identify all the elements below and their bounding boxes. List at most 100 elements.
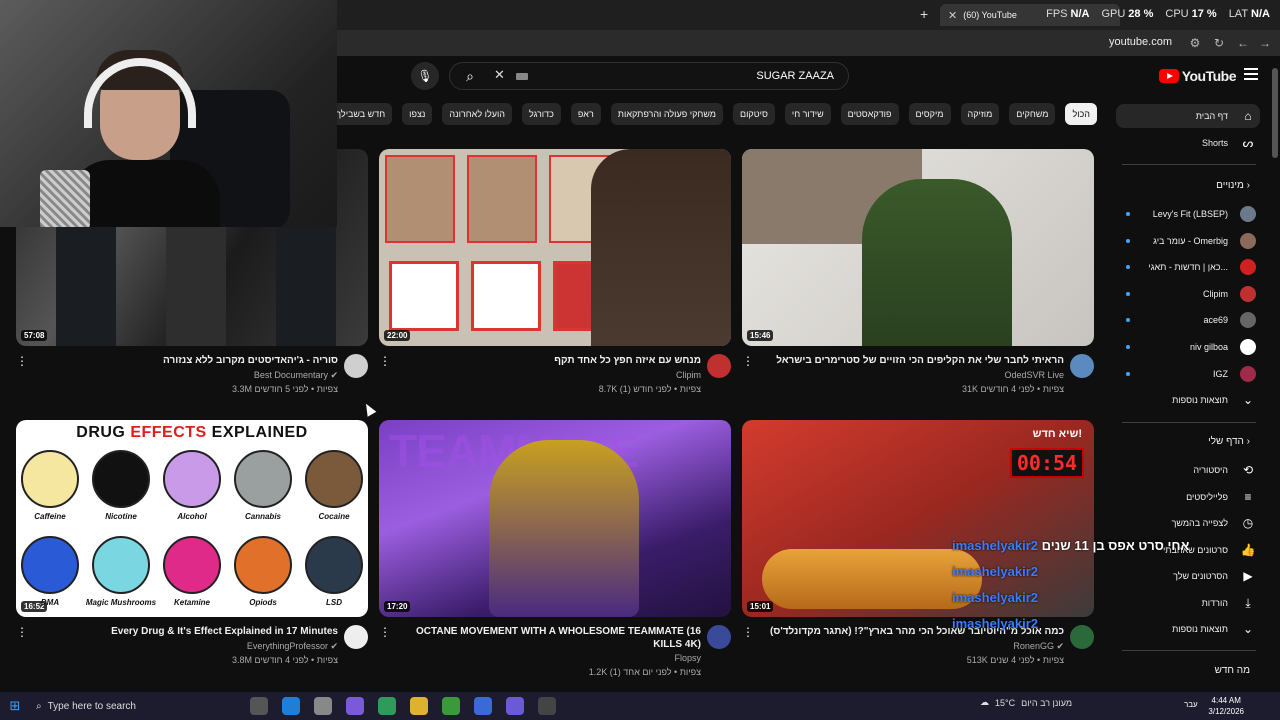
filter-chip[interactable]: שידור חי bbox=[784, 103, 831, 125]
video-title[interactable]: הראיתי לחבר שלי את הקליפים הכי הזויים של… bbox=[764, 354, 1064, 367]
more-options-icon[interactable]: ⋮ bbox=[379, 625, 391, 639]
video-card[interactable]: TEAMMATE 17:20 OCTANE MOVEMENT WITH A WH… bbox=[379, 420, 731, 685]
url-text[interactable]: youtube.com bbox=[1109, 36, 1172, 48]
channel-name[interactable]: RonenGG ✔ bbox=[1013, 641, 1064, 652]
filter-chip[interactable]: נצפו bbox=[402, 103, 433, 125]
perf-stat-value: 17 % bbox=[1191, 8, 1217, 20]
task-view-icon[interactable] bbox=[250, 697, 268, 715]
more-options-icon[interactable]: ⋮ bbox=[379, 354, 391, 368]
tune-icon[interactable]: ⚙ bbox=[1186, 34, 1204, 52]
filter-chip[interactable]: הועלו לאחרונה bbox=[442, 103, 512, 125]
filter-chip[interactable]: משחקי פעולה והרפתקאות bbox=[610, 103, 723, 125]
filter-chip[interactable]: מיקסים bbox=[908, 103, 951, 125]
channel-name[interactable]: Flopsy bbox=[674, 653, 701, 663]
video-card[interactable]: 15:46 הראיתי לחבר שלי את הקליפים הכי הזו… bbox=[742, 149, 1094, 414]
menu-icon[interactable] bbox=[1244, 68, 1258, 80]
office-icon[interactable] bbox=[378, 697, 396, 715]
channel-name-text[interactable]: Best Documentary bbox=[254, 370, 328, 380]
taskbar-search-placeholder[interactable]: Type here to search bbox=[48, 701, 136, 712]
forward-icon[interactable]: → bbox=[1256, 34, 1274, 52]
filter-chip[interactable]: סיטקום bbox=[732, 103, 775, 125]
search-input[interactable]: ⌕ ✕ SUGAR ZAAZA bbox=[449, 62, 849, 90]
sidebar-item-you[interactable]: ▶ הסרטונים שלך bbox=[1118, 564, 1256, 588]
channel-name[interactable]: OdedSVR Live bbox=[1004, 370, 1064, 380]
video-card[interactable]: 22:00 מנחש עם איזה חפץ כל אחד תקף Clipim… bbox=[379, 149, 731, 414]
edge-icon[interactable] bbox=[282, 697, 300, 715]
more-options-icon[interactable]: ⋮ bbox=[742, 354, 754, 368]
video-thumbnail[interactable]: 22:00 bbox=[379, 149, 731, 346]
sidebar-item-shorts[interactable]: ᔕ Shorts bbox=[1118, 131, 1256, 155]
explorer-icon[interactable] bbox=[410, 697, 428, 715]
video-title[interactable]: OCTANE MOVEMENT WITH A WHOLESOME TEAMMAT… bbox=[401, 625, 701, 651]
microphone-icon bbox=[40, 170, 90, 227]
language-indicator[interactable]: עבר bbox=[1184, 700, 1198, 709]
sidebar-item-you[interactable]: ⤓ הורדות bbox=[1118, 591, 1256, 615]
video-thumbnail[interactable]: 15:46 bbox=[742, 149, 1094, 346]
video-thumbnail[interactable]: TEAMMATE 17:20 bbox=[379, 420, 731, 617]
search-icon[interactable]: ⌕ bbox=[450, 63, 490, 89]
filter-chip[interactable]: הכול bbox=[1065, 103, 1097, 125]
sidebar-item-subscription[interactable]: ace69 bbox=[1118, 308, 1256, 332]
back-icon[interactable]: ← bbox=[1234, 34, 1252, 52]
reload-icon[interactable]: ↻ bbox=[1210, 34, 1228, 52]
sidebar-item-subscription[interactable]: Clipim bbox=[1118, 282, 1256, 306]
sidebar-item-home[interactable]: ⌂ דף הבית bbox=[1116, 104, 1260, 128]
chrome-icon[interactable] bbox=[442, 697, 460, 715]
channel-avatar[interactable] bbox=[344, 625, 368, 649]
more-options-icon[interactable]: ⋮ bbox=[16, 625, 28, 639]
perf-stat-value: N/A bbox=[1070, 8, 1090, 20]
channel-avatar[interactable] bbox=[1070, 354, 1094, 378]
filter-chip[interactable]: משחקים bbox=[1009, 103, 1056, 125]
mic-icon[interactable]: 🎙 bbox=[411, 62, 439, 90]
channel-name-text[interactable]: EverythingProfessor bbox=[247, 641, 328, 651]
keyboard-icon[interactable] bbox=[516, 73, 528, 80]
clock[interactable]: 4:44 AM 3/12/2026 bbox=[1208, 695, 1244, 717]
windows-start-icon[interactable]: ⊞ bbox=[0, 692, 30, 720]
channel-avatar[interactable] bbox=[344, 354, 368, 378]
filter-chip[interactable]: כדורגל bbox=[522, 103, 561, 125]
sidebar-item-you[interactable]: ⌄ תוצאות נוספות bbox=[1118, 617, 1256, 641]
scrollbar[interactable] bbox=[1272, 68, 1278, 158]
obs-icon[interactable] bbox=[538, 697, 556, 715]
channel-avatar[interactable] bbox=[707, 625, 731, 649]
sidebar-item-you[interactable]: ≡ פלייליסטים bbox=[1118, 485, 1256, 509]
video-card[interactable]: DRUG EFFECTS EXPLAINED 16:52 Caffeine Nic… bbox=[16, 420, 368, 685]
weather-widget[interactable]: ☁ 15°C מעונן רב היום bbox=[980, 697, 1072, 708]
app-icon[interactable] bbox=[474, 697, 492, 715]
sidebar-item-you[interactable]: ◷ לצפייה בהמשך bbox=[1118, 511, 1256, 535]
yt-header: ⌕ ✕ SUGAR ZAAZA 🎙 YouTube bbox=[337, 56, 1280, 98]
filter-chip[interactable]: מוזיקה bbox=[960, 103, 1000, 125]
more-options-icon[interactable]: ⋮ bbox=[16, 354, 28, 368]
channel-name-text[interactable]: RonenGG bbox=[1013, 641, 1054, 651]
channel-name[interactable]: EverythingProfessor ✔ bbox=[247, 641, 338, 652]
sidebar-item-subscription[interactable]: כאן | חדשות - תאגי... bbox=[1118, 255, 1256, 279]
video-title[interactable]: Every Drug & It's Effect Explained in 17… bbox=[38, 625, 338, 638]
sidebar-item-subscription[interactable]: עומר ביג - Omerbig bbox=[1118, 229, 1256, 253]
search-query[interactable]: SUGAR ZAAZA bbox=[756, 70, 834, 82]
taskbar-search[interactable]: ⌕ Type here to search bbox=[30, 692, 200, 720]
filter-chip[interactable]: ראפ bbox=[570, 103, 601, 125]
video-title[interactable]: סוריה - ג'יהאדיסטים מקרוב ללא צנזורה bbox=[38, 354, 338, 367]
sidebar-item-subscription[interactable]: Levy's Fit (LBSEP) bbox=[1118, 202, 1256, 226]
video-title[interactable]: מנחש עם איזה חפץ כל אחד תקף bbox=[401, 354, 701, 367]
sidebar-show-more[interactable]: ⌄ תוצאות נוספות bbox=[1118, 388, 1256, 412]
channel-name[interactable]: Clipim bbox=[676, 370, 701, 380]
youtube-logo[interactable]: YouTube bbox=[1158, 68, 1237, 84]
sidebar-item-you[interactable]: ⟲ היסטוריה bbox=[1118, 458, 1256, 482]
discord-icon[interactable] bbox=[506, 697, 524, 715]
channel-avatar[interactable] bbox=[707, 354, 731, 378]
clear-search-icon[interactable]: ✕ bbox=[494, 67, 505, 83]
sidebar-item-subscription[interactable]: niv gilboa bbox=[1118, 335, 1256, 359]
channel-name[interactable]: Best Documentary ✔ bbox=[254, 370, 338, 381]
filter-chip[interactable]: חדש בשבילך bbox=[329, 103, 393, 125]
filter-chip[interactable]: פודקאסטים bbox=[840, 103, 899, 125]
sidebar-item-subscription[interactable]: IGZ bbox=[1118, 362, 1256, 386]
tab-close-icon[interactable]: ✕ bbox=[948, 9, 957, 22]
new-tab-button[interactable]: + bbox=[920, 6, 928, 22]
more-options-icon[interactable]: ⋮ bbox=[742, 625, 754, 639]
store-icon[interactable] bbox=[314, 697, 332, 715]
copilot-icon[interactable] bbox=[346, 697, 364, 715]
video-thumbnail[interactable]: DRUG EFFECTS EXPLAINED 16:52 Caffeine Nic… bbox=[16, 420, 368, 617]
subscriptions-header[interactable]: מינויים › bbox=[1216, 180, 1250, 191]
you-header[interactable]: הדף שלי › bbox=[1208, 436, 1250, 447]
